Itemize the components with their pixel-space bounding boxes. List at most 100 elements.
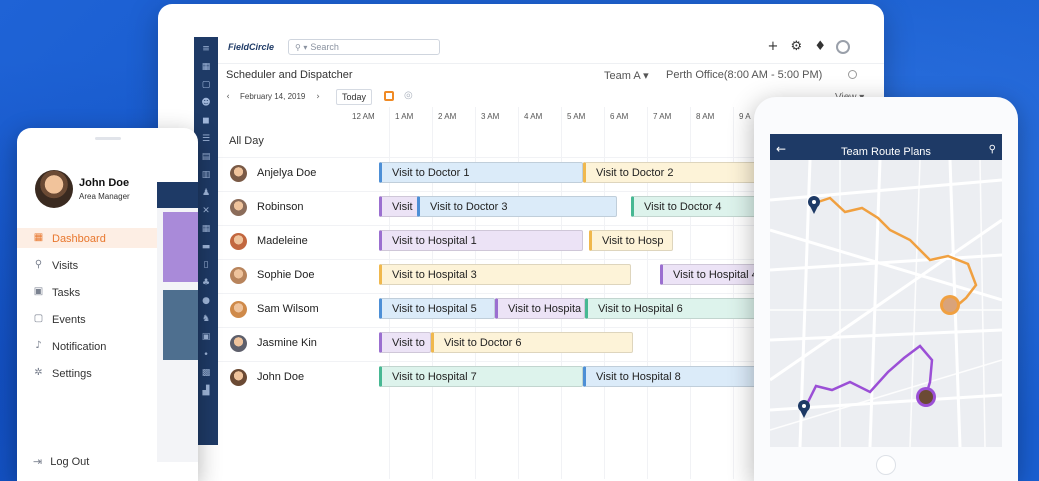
technician-name[interactable]: John Doe: [257, 371, 304, 383]
technician-name[interactable]: Sophie Doe: [257, 269, 315, 281]
hour-header: 12 AM 1 AM 2 AM 3 AM 4 AM 5 AM 6 AM 7 AM 8 AM 9 A: [352, 112, 752, 124]
event-block[interactable]: Visit to Doctor 2: [583, 162, 783, 183]
search-placeholder: Search: [310, 42, 339, 52]
menu-item-dashboard[interactable]: ▦ Dashboard: [17, 228, 157, 248]
avatar[interactable]: [230, 165, 247, 182]
agent-avatar-purple: [916, 387, 936, 407]
all-day-label: All Day: [229, 135, 264, 147]
menu-item-settings[interactable]: ✲ Settings: [17, 363, 157, 383]
grid-icon[interactable]: ▦: [200, 61, 212, 73]
event-block[interactable]: Visit to Hospital 1: [379, 230, 583, 251]
org-icon[interactable]: ♣: [200, 277, 212, 289]
user-role: Area Manager: [79, 192, 130, 201]
avatar[interactable]: [35, 170, 73, 208]
avatar[interactable]: [230, 369, 247, 386]
hour-label: 7 AM: [653, 112, 672, 121]
office-selector[interactable]: Perth Office(8:00 AM - 5:00 PM): [666, 69, 822, 81]
menu-item-label: Visits: [52, 260, 79, 272]
team-icon[interactable]: ♞: [200, 313, 212, 325]
prev-date-button[interactable]: ‹: [222, 90, 234, 104]
home-button[interactable]: [876, 455, 896, 475]
technician-name[interactable]: Anjelya Doe: [257, 167, 316, 179]
map-svg: [770, 160, 1002, 447]
event-block[interactable]: Visit to Hospital 3: [379, 264, 631, 285]
team-selector[interactable]: Team A ▾: [604, 69, 649, 82]
route-map[interactable]: [770, 160, 1002, 447]
avatar[interactable]: [230, 301, 247, 318]
avatar[interactable]: [230, 233, 247, 250]
report-icon[interactable]: ▣: [200, 331, 212, 343]
calendar-icon: ▢: [33, 313, 44, 324]
analytics-icon[interactable]: ▟: [200, 385, 212, 397]
dashboard-icon: ▦: [33, 232, 44, 243]
agent-avatar-orange: [940, 295, 960, 315]
box-icon[interactable]: ◼: [200, 115, 212, 127]
notification-icon[interactable]: ♦: [814, 39, 826, 54]
map-view-icon[interactable]: ◎: [404, 90, 414, 102]
profile-icon[interactable]: [836, 40, 850, 54]
event-block[interactable]: Visit to Hospital 5: [379, 298, 495, 319]
menu-item-label: Notification: [52, 341, 107, 353]
menu-item-notification[interactable]: ♪ Notification: [17, 336, 157, 356]
event-block[interactable]: Visit to Doctor 1: [379, 162, 583, 183]
avatar[interactable]: [230, 267, 247, 284]
event-block[interactable]: Visit to Hospital 8: [583, 366, 783, 387]
search-icon[interactable]: ⚲: [989, 144, 996, 155]
event-block[interactable]: Visit to Doctor 3: [417, 196, 617, 217]
hour-label: 8 AM: [696, 112, 715, 121]
event-block[interactable]: Visit to Hosp: [589, 230, 673, 251]
hour-label: 1 AM: [395, 112, 414, 121]
store-icon[interactable]: ▩: [200, 367, 212, 379]
circle-icon[interactable]: ●: [200, 295, 212, 307]
menu-item-events[interactable]: ▢ Events: [17, 309, 157, 329]
bell-icon: ♪: [35, 340, 42, 351]
tools-icon[interactable]: ✕: [200, 205, 212, 217]
file-icon[interactable]: ▯: [200, 259, 212, 271]
sub-header: Scheduler and Dispatcher Team A ▾ Perth …: [218, 63, 884, 83]
refresh-icon[interactable]: [848, 70, 857, 79]
event-block[interactable]: Visit to Hospital 7: [379, 366, 583, 387]
event-block[interactable]: Visit: [379, 196, 419, 217]
current-date: February 14, 2019: [240, 92, 306, 101]
add-icon[interactable]: +: [768, 39, 779, 54]
technician-name[interactable]: Madeleine: [257, 235, 308, 247]
route-header: ← Team Route Plans ⚲: [770, 134, 1002, 160]
list-icon[interactable]: ☰: [200, 133, 212, 145]
event-block[interactable]: Visit to: [379, 332, 431, 353]
dot-icon[interactable]: •: [200, 349, 212, 361]
calendar-view-icon[interactable]: [384, 91, 394, 101]
menu-item-tasks[interactable]: ▣ Tasks: [17, 282, 157, 302]
today-button[interactable]: Today: [336, 89, 373, 105]
table-icon[interactable]: ▦: [200, 223, 212, 235]
menu-item-label: Dashboard: [52, 233, 106, 245]
mobile-menu-phone: John Doe Area Manager ▦ Dashboard ⚲ Visits ▣…: [17, 128, 198, 481]
technician-name[interactable]: Robinson: [257, 201, 303, 213]
menu-item-visits[interactable]: ⚲ Visits: [17, 255, 157, 275]
toolbar-icons: + ⚙ ♦: [760, 39, 827, 54]
chart-icon[interactable]: ▥: [200, 169, 212, 181]
person-icon[interactable]: ♟: [200, 187, 212, 199]
next-date-button[interactable]: ›: [312, 90, 324, 104]
search-input[interactable]: ⚲ ▾ Search: [288, 39, 440, 55]
menu-icon[interactable]: ≡: [200, 43, 212, 55]
truck-icon[interactable]: ▬: [200, 241, 212, 253]
hour-label: 12 AM: [352, 112, 375, 121]
event-block[interactable]: Visit to Doctor 6: [431, 332, 633, 353]
event-block[interactable]: Visit to Hospita: [495, 298, 585, 319]
menu-item-label: Settings: [52, 368, 92, 380]
logout-button[interactable]: ⇥ Log Out: [33, 455, 89, 468]
mini-card-purple: [163, 212, 198, 282]
calendar-icon[interactable]: ▢: [200, 79, 212, 91]
technician-name[interactable]: Jasmine Kin: [257, 337, 317, 349]
menu-item-label: Events: [52, 314, 86, 326]
gear-icon: ✲: [34, 367, 43, 378]
avatar[interactable]: [230, 199, 247, 216]
avatar[interactable]: [230, 335, 247, 352]
doc-icon[interactable]: ▤: [200, 151, 212, 163]
users-icon[interactable]: ☻: [200, 97, 212, 109]
mini-header: [157, 182, 198, 208]
settings-icon[interactable]: ⚙: [791, 39, 803, 54]
technician-name[interactable]: Sam Wilsom: [257, 303, 319, 315]
hour-label: 9 A: [739, 112, 751, 121]
user-name: John Doe: [79, 177, 130, 189]
